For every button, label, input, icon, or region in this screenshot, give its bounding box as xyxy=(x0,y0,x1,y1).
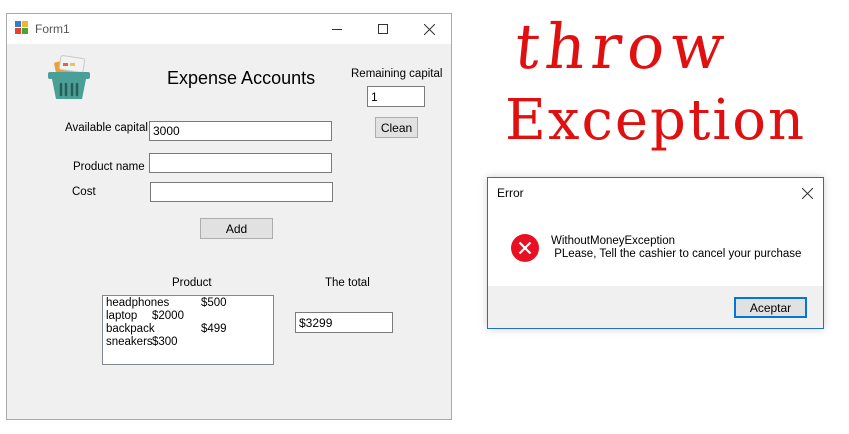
close-button[interactable] xyxy=(406,14,452,44)
app-icon xyxy=(15,21,29,35)
cost-field[interactable] xyxy=(150,182,333,202)
product-name-label: Product name xyxy=(73,161,145,173)
handwritten-annotation: throw Exception xyxy=(505,10,804,160)
clean-button[interactable]: Clean xyxy=(375,117,418,138)
available-capital-field[interactable] xyxy=(149,121,332,141)
list-item[interactable]: laptop $2000 xyxy=(106,310,270,323)
dialog-footer: Aceptar xyxy=(488,286,823,328)
product-column-label: Product xyxy=(172,277,212,289)
add-button[interactable]: Add xyxy=(200,218,273,239)
remaining-capital-label: Remaining capital xyxy=(351,68,443,80)
remaining-capital-field[interactable] xyxy=(367,86,425,107)
shopping-basket-icon xyxy=(45,54,93,102)
form1-window: Form1 Expense Accounts Remaining capital… xyxy=(6,13,452,420)
product-listbox[interactable]: headphones $500 laptop $2000 backpack $499 … xyxy=(102,295,274,365)
window-title: Form1 xyxy=(35,22,70,36)
dialog-close-button[interactable] xyxy=(798,184,816,202)
list-item[interactable]: headphones $500 xyxy=(106,297,270,310)
title-bar[interactable]: Form1 xyxy=(7,14,451,44)
product-name-field[interactable] xyxy=(149,153,332,173)
total-column-label: The total xyxy=(325,277,370,289)
error-message-title: WithoutMoneyException xyxy=(551,235,676,247)
total-field[interactable] xyxy=(295,312,393,333)
minimize-button[interactable] xyxy=(314,14,360,44)
cost-label: Cost xyxy=(72,186,96,198)
error-message-body: PLease, Tell the cashier to cancel your … xyxy=(551,248,802,260)
error-dialog: Error WithoutMoneyException PLease, Tell… xyxy=(487,177,824,329)
list-item[interactable]: sneakers$300 xyxy=(106,336,270,349)
page-title: Expense Accounts xyxy=(167,68,316,88)
maximize-button[interactable] xyxy=(360,14,406,44)
aceptar-button[interactable]: Aceptar xyxy=(734,297,807,318)
error-icon xyxy=(510,233,540,263)
dialog-title: Error xyxy=(497,186,524,200)
list-item[interactable]: backpack $499 xyxy=(106,323,270,336)
annotation-line2: Exception xyxy=(505,88,807,153)
available-capital-label: Available capital xyxy=(65,122,148,134)
annotation-line1: throw xyxy=(511,10,734,83)
